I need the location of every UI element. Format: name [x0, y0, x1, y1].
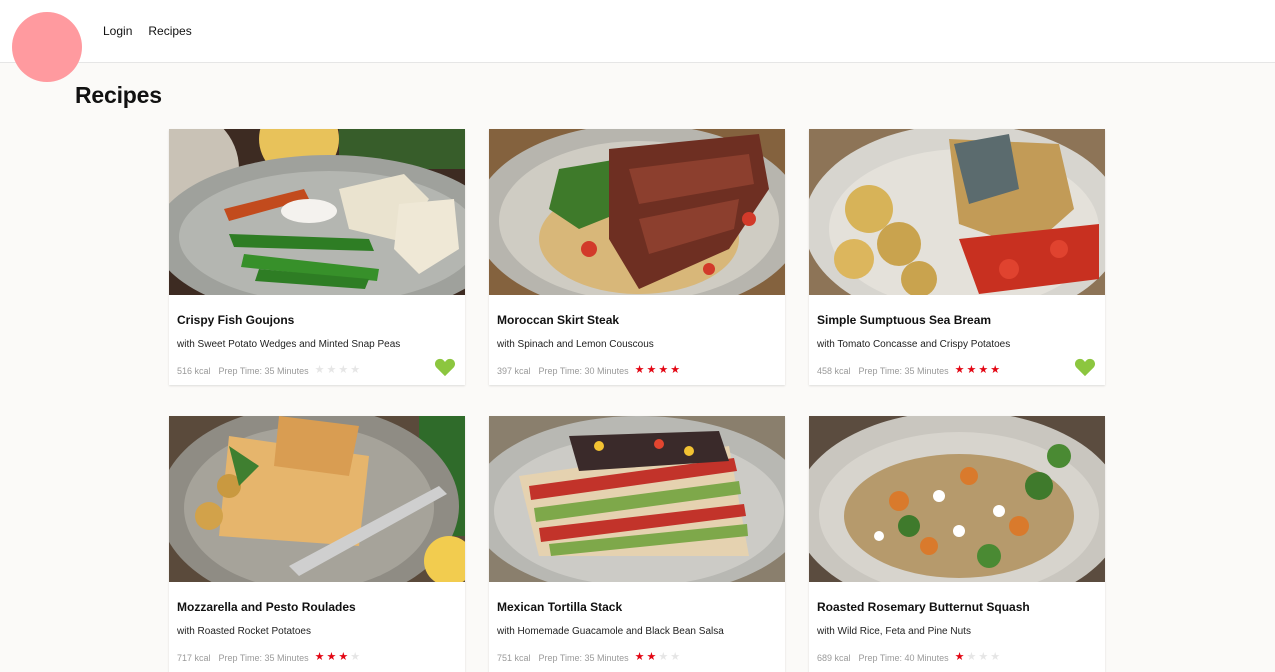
recipe-prep-time: Prep Time: 30 Minutes [538, 365, 629, 376]
star-empty-icon[interactable]: ★ [670, 652, 680, 663]
recipe-prep-time: Prep Time: 35 Minutes [218, 652, 309, 663]
rating-stars[interactable]: ★ ★ ★ ★ [635, 652, 681, 663]
recipe-title[interactable]: Simple Sumptuous Sea Bream [817, 313, 991, 327]
recipe-image[interactable] [169, 129, 465, 295]
recipe-image[interactable] [489, 416, 785, 582]
favorite-heart-icon[interactable] [1074, 357, 1096, 377]
recipe-card[interactable]: Crispy Fish Goujons with Sweet Potato We… [169, 129, 465, 385]
recipe-meta: 397 kcal Prep Time: 30 Minutes ★ ★ ★ ★ [497, 365, 680, 376]
star-empty-icon[interactable]: ★ [658, 652, 668, 663]
star-filled-icon[interactable]: ★ [670, 365, 680, 376]
nav-recipes-link[interactable]: Recipes [148, 24, 191, 38]
star-filled-icon[interactable]: ★ [955, 652, 965, 663]
recipe-headline: with Homemade Guacamole and Black Bean S… [497, 626, 724, 637]
recipe-meta: 751 kcal Prep Time: 35 Minutes ★ ★ ★ ★ [497, 652, 680, 663]
page-title: Recipes [75, 82, 162, 108]
star-filled-icon[interactable]: ★ [955, 365, 965, 376]
recipe-meta: 689 kcal Prep Time: 40 Minutes ★ ★ ★ ★ [817, 652, 1000, 663]
star-empty-icon[interactable]: ★ [978, 652, 988, 663]
recipe-image[interactable] [809, 129, 1105, 295]
star-empty-icon[interactable]: ★ [990, 652, 1000, 663]
rating-stars[interactable]: ★ ★ ★ ★ [635, 365, 681, 376]
rating-stars[interactable]: ★ ★ ★ ★ [955, 365, 1001, 376]
star-empty-icon[interactable]: ★ [326, 365, 336, 376]
recipe-grid: Crispy Fish Goujons with Sweet Potato We… [169, 129, 1105, 672]
star-empty-icon[interactable]: ★ [350, 365, 360, 376]
star-empty-icon[interactable]: ★ [338, 365, 348, 376]
star-filled-icon[interactable]: ★ [966, 365, 976, 376]
recipe-headline: with Wild Rice, Feta and Pine Nuts [817, 626, 971, 637]
main-nav: Login Recipes [103, 24, 192, 38]
recipe-title[interactable]: Moroccan Skirt Steak [497, 313, 619, 327]
recipe-prep-time: Prep Time: 40 Minutes [858, 652, 949, 663]
rating-stars[interactable]: ★ ★ ★ ★ [315, 652, 361, 663]
recipe-title[interactable]: Roasted Rosemary Butternut Squash [817, 600, 1030, 614]
recipe-card[interactable]: Moroccan Skirt Steak with Spinach and Le… [489, 129, 785, 385]
recipe-headline: with Sweet Potato Wedges and Minted Snap… [177, 339, 401, 350]
favorite-heart-icon[interactable] [434, 357, 456, 377]
logo-circle[interactable] [12, 12, 82, 82]
star-filled-icon[interactable]: ★ [978, 365, 988, 376]
recipe-title[interactable]: Mozzarella and Pesto Roulades [177, 600, 356, 614]
star-filled-icon[interactable]: ★ [338, 652, 348, 663]
recipe-prep-time: Prep Time: 35 Minutes [538, 652, 629, 663]
recipe-prep-time: Prep Time: 35 Minutes [218, 365, 309, 376]
recipe-calories: 751 kcal [497, 652, 531, 663]
star-filled-icon[interactable]: ★ [658, 365, 668, 376]
star-empty-icon[interactable]: ★ [350, 652, 360, 663]
rating-stars[interactable]: ★ ★ ★ ★ [315, 365, 361, 376]
recipe-card-body: Moroccan Skirt Steak with Spinach and Le… [489, 295, 785, 385]
recipe-meta: 516 kcal Prep Time: 35 Minutes ★ ★ ★ ★ [177, 365, 360, 376]
recipe-card[interactable]: Simple Sumptuous Sea Bream with Tomato C… [809, 129, 1105, 385]
recipe-calories: 717 kcal [177, 652, 211, 663]
recipe-image[interactable] [809, 416, 1105, 582]
recipe-title[interactable]: Mexican Tortilla Stack [497, 600, 622, 614]
recipe-card[interactable]: Mozzarella and Pesto Roulades with Roast… [169, 416, 465, 672]
recipe-headline: with Spinach and Lemon Couscous [497, 339, 654, 350]
recipe-calories: 689 kcal [817, 652, 851, 663]
star-empty-icon[interactable]: ★ [315, 365, 325, 376]
recipe-card[interactable]: Roasted Rosemary Butternut Squash with W… [809, 416, 1105, 672]
recipe-calories: 458 kcal [817, 365, 851, 376]
recipe-meta: 717 kcal Prep Time: 35 Minutes ★ ★ ★ ★ [177, 652, 360, 663]
recipe-headline: with Tomato Concasse and Crispy Potatoes [817, 339, 1011, 350]
rating-stars[interactable]: ★ ★ ★ ★ [955, 652, 1001, 663]
star-filled-icon[interactable]: ★ [635, 365, 645, 376]
recipe-card-body: Crispy Fish Goujons with Sweet Potato We… [169, 295, 465, 385]
star-filled-icon[interactable]: ★ [990, 365, 1000, 376]
star-filled-icon[interactable]: ★ [646, 365, 656, 376]
recipe-calories: 397 kcal [497, 365, 531, 376]
recipe-card-body: Mexican Tortilla Stack with Homemade Gua… [489, 582, 785, 672]
recipe-image[interactable] [169, 416, 465, 582]
recipe-calories: 516 kcal [177, 365, 211, 376]
recipe-headline: with Roasted Rocket Potatoes [177, 626, 311, 637]
star-empty-icon[interactable]: ★ [966, 652, 976, 663]
recipe-prep-time: Prep Time: 35 Minutes [858, 365, 949, 376]
nav-login-link[interactable]: Login [103, 24, 132, 38]
recipe-image[interactable] [489, 129, 785, 295]
recipe-meta: 458 kcal Prep Time: 35 Minutes ★ ★ ★ ★ [817, 365, 1000, 376]
star-filled-icon[interactable]: ★ [315, 652, 325, 663]
star-filled-icon[interactable]: ★ [635, 652, 645, 663]
recipe-card-body: Mozzarella and Pesto Roulades with Roast… [169, 582, 465, 672]
recipe-card-body: Roasted Rosemary Butternut Squash with W… [809, 582, 1105, 672]
recipe-card-body: Simple Sumptuous Sea Bream with Tomato C… [809, 295, 1105, 385]
recipe-title[interactable]: Crispy Fish Goujons [177, 313, 294, 327]
top-navigation-bar: Login Recipes [0, 0, 1275, 63]
recipe-card[interactable]: Mexican Tortilla Stack with Homemade Gua… [489, 416, 785, 672]
star-filled-icon[interactable]: ★ [646, 652, 656, 663]
star-filled-icon[interactable]: ★ [326, 652, 336, 663]
